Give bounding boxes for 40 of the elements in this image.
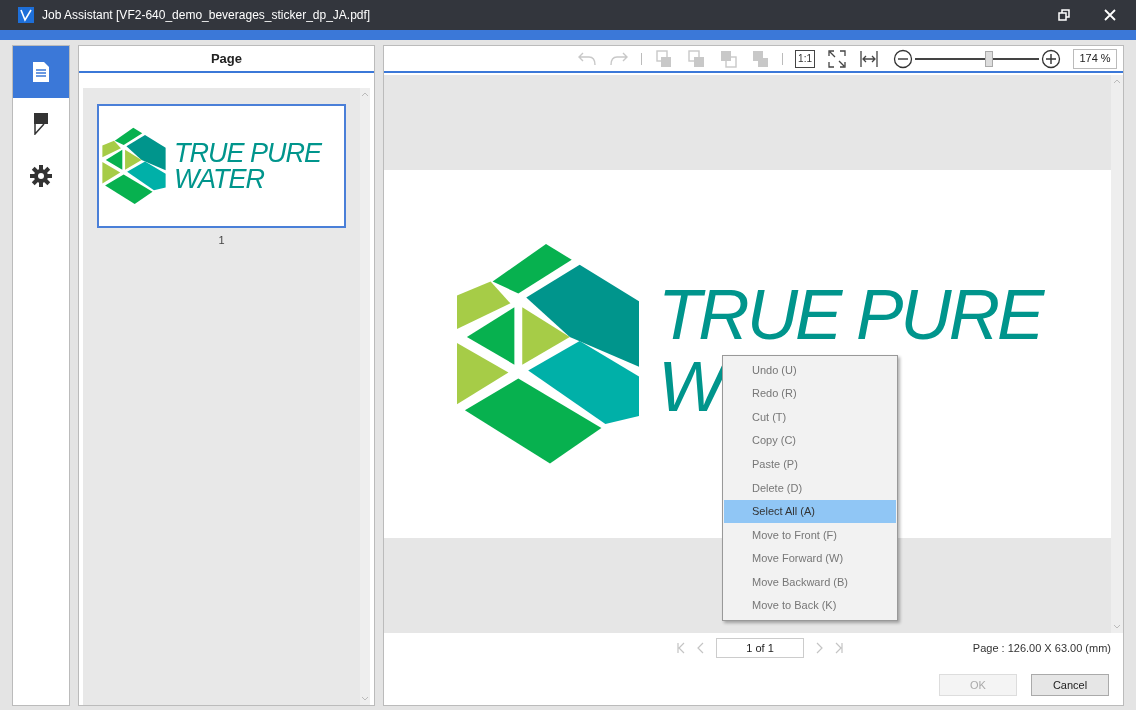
window-title: Job Assistant [VF2-640_demo_beverages_sticker_dp_JA.pdf] bbox=[42, 7, 372, 24]
dialog-button[interactable]: Cancel bbox=[1031, 674, 1109, 696]
scroll-down-icon[interactable] bbox=[1113, 624, 1121, 629]
logo-text: TRUE PURE bbox=[658, 279, 1042, 351]
document-icon bbox=[33, 62, 49, 82]
scrollbar[interactable] bbox=[360, 88, 370, 705]
menu-item[interactable]: Cut (T) bbox=[724, 405, 896, 429]
menu-item[interactable]: Move Forward (W) bbox=[724, 546, 896, 571]
actual-size-button[interactable]: 1:1 bbox=[795, 49, 815, 68]
page-size-text: Page : 126.00 X 63.00 (mm) bbox=[972, 640, 1111, 656]
close-icon[interactable] bbox=[1104, 9, 1116, 21]
menu-item[interactable]: Move to Front (F) bbox=[724, 523, 896, 547]
fit-width-icon[interactable] bbox=[859, 48, 879, 69]
menu-item[interactable]: Move to Back (K) bbox=[724, 593, 896, 618]
menu-item[interactable]: Copy (C) bbox=[724, 428, 896, 453]
menu-item[interactable]: Redo (R) bbox=[724, 381, 896, 406]
scroll-up-icon[interactable] bbox=[361, 92, 369, 97]
menu-item[interactable]: Delete (D) bbox=[724, 475, 896, 500]
slider-thumb[interactable] bbox=[985, 50, 994, 67]
menu-item[interactable]: Paste (P) bbox=[724, 452, 896, 476]
zoom-in-icon[interactable] bbox=[1041, 48, 1061, 69]
zoom-out-icon[interactable] bbox=[893, 48, 913, 69]
scroll-down-icon[interactable] bbox=[361, 696, 369, 701]
settings-icon bbox=[30, 165, 52, 187]
marker-icon bbox=[34, 113, 48, 135]
page-number: 1 bbox=[217, 233, 226, 248]
menu-item[interactable]: Select All (A) bbox=[724, 499, 896, 524]
page-thumbnail[interactable]: TRUE PURE WATER bbox=[97, 104, 346, 228]
logo-text: TRUE PURE bbox=[174, 140, 321, 166]
scrollbar[interactable] bbox=[1111, 75, 1123, 633]
restore-icon[interactable] bbox=[1058, 9, 1070, 21]
fit-to-page-icon[interactable] bbox=[827, 48, 847, 69]
app-logo-icon bbox=[18, 7, 34, 23]
zoom-field[interactable]: 174 % bbox=[1073, 48, 1117, 69]
panel-title: Page bbox=[79, 46, 374, 73]
menu-item[interactable]: Move Backward (B) bbox=[724, 570, 896, 594]
scroll-up-icon[interactable] bbox=[1113, 79, 1121, 84]
menu-item[interactable]: Undo (U) bbox=[724, 358, 896, 382]
logo-text: WATER bbox=[174, 166, 265, 192]
zoom-slider[interactable] bbox=[915, 50, 1039, 67]
